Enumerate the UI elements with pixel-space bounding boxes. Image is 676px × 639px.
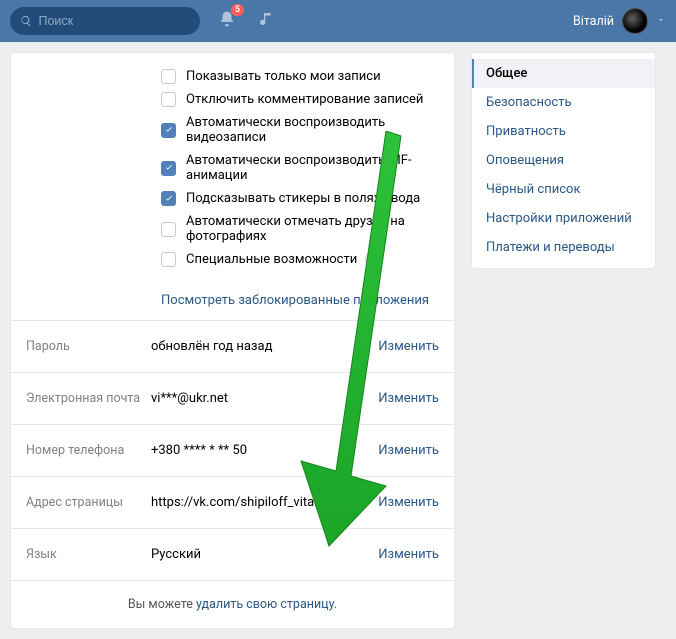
value-phone: +380 **** * ** 50 (151, 443, 378, 458)
search-icon (20, 14, 32, 28)
sidebar-item[interactable]: Общее (472, 59, 655, 88)
value-email: vi***@ukr.net (151, 391, 378, 406)
label-address: Адрес страницы (26, 495, 151, 510)
change-password[interactable]: Изменить (378, 339, 439, 354)
row-password: Пароль обновлён год назад Изменить (11, 320, 454, 372)
checkbox-label: Отключить комментирование записей (186, 92, 423, 107)
checkbox-list: Показывать только мои записи Отключить ко… (11, 53, 454, 285)
row-phone: Номер телефона +380 **** * ** 50 Изменит… (11, 424, 454, 476)
checkbox-label: Подсказывать стикеры в полях ввода (186, 191, 420, 206)
user-menu[interactable]: Віталій (573, 8, 666, 34)
checkbox-label: Специальные возможности (186, 252, 357, 267)
sidebar-item[interactable]: Безопасность (472, 88, 655, 117)
notif-badge: 5 (231, 4, 244, 16)
chevron-down-icon (656, 14, 666, 29)
checkbox-row[interactable]: Отключить комментирование записей (11, 88, 454, 111)
checkbox[interactable] (161, 123, 176, 138)
sidebar-item[interactable]: Оповещения (472, 146, 655, 175)
settings-panel: Показывать только мои записи Отключить ко… (10, 52, 455, 629)
sidebar-item[interactable]: Приватность (472, 117, 655, 146)
checkbox-row[interactable]: Автоматически отмечать друзей на фотогра… (11, 210, 454, 248)
music-button[interactable] (258, 11, 274, 31)
delete-page-link[interactable]: удалить свою страницу (196, 597, 334, 612)
footer-prefix: Вы можете (128, 597, 196, 612)
blocked-apps-link[interactable]: Посмотреть заблокированные приложения (161, 293, 429, 308)
value-address: https://vk.com/shipiloff_vitalik (151, 495, 378, 510)
checkbox[interactable] (161, 69, 176, 84)
checkbox-row[interactable]: Специальные возможности? (11, 248, 454, 271)
label-email: Электронная почта (26, 391, 151, 406)
settings-sidebar: ОбщееБезопасностьПриватностьОповещенияЧё… (471, 52, 656, 269)
checkbox[interactable] (161, 92, 176, 107)
change-address[interactable]: Изменить (378, 495, 439, 510)
checkbox[interactable] (161, 252, 176, 267)
checkbox-row[interactable]: Автоматически воспроизводить видеозаписи (11, 111, 454, 149)
checkbox[interactable] (161, 222, 176, 237)
row-address: Адрес страницы https://vk.com/shipiloff_… (11, 476, 454, 528)
sidebar-item[interactable]: Чёрный список (472, 175, 655, 204)
change-phone[interactable]: Изменить (378, 443, 439, 458)
search-input[interactable] (38, 14, 190, 28)
music-icon (258, 11, 274, 27)
checkbox-label: Автоматически воспроизводить GIF-анимаци… (186, 153, 454, 183)
label-password: Пароль (26, 339, 151, 354)
checkbox-row[interactable]: Автоматически воспроизводить GIF-анимаци… (11, 149, 454, 187)
checkbox-label: Автоматически отмечать друзей на фотогра… (186, 214, 454, 244)
footer-suffix: . (334, 597, 337, 612)
checkbox-label: Показывать только мои записи (186, 69, 381, 84)
sidebar-item[interactable]: Настройки приложений (472, 204, 655, 233)
user-name: Віталій (573, 14, 614, 29)
help-icon[interactable]: ? (365, 252, 380, 267)
search-box[interactable] (10, 7, 200, 35)
checkbox-label: Автоматически воспроизводить видеозаписи (186, 115, 454, 145)
topbar: 5 Віталій (0, 0, 676, 42)
change-email[interactable]: Изменить (378, 391, 439, 406)
value-password: обновлён год назад (151, 339, 378, 354)
avatar (622, 8, 648, 34)
checkbox[interactable] (161, 191, 176, 206)
sidebar-item[interactable]: Платежи и переводы (472, 233, 655, 262)
checkbox-row[interactable]: Показывать только мои записи (11, 65, 454, 88)
notifications-button[interactable]: 5 (218, 10, 236, 32)
checkbox-row[interactable]: Подсказывать стикеры в полях ввода (11, 187, 454, 210)
checkbox[interactable] (161, 161, 176, 176)
row-language: Язык Русский Изменить (11, 528, 454, 580)
row-email: Электронная почта vi***@ukr.net Изменить (11, 372, 454, 424)
delete-footer: Вы можете удалить свою страницу. (11, 580, 454, 628)
label-phone: Номер телефона (26, 443, 151, 458)
